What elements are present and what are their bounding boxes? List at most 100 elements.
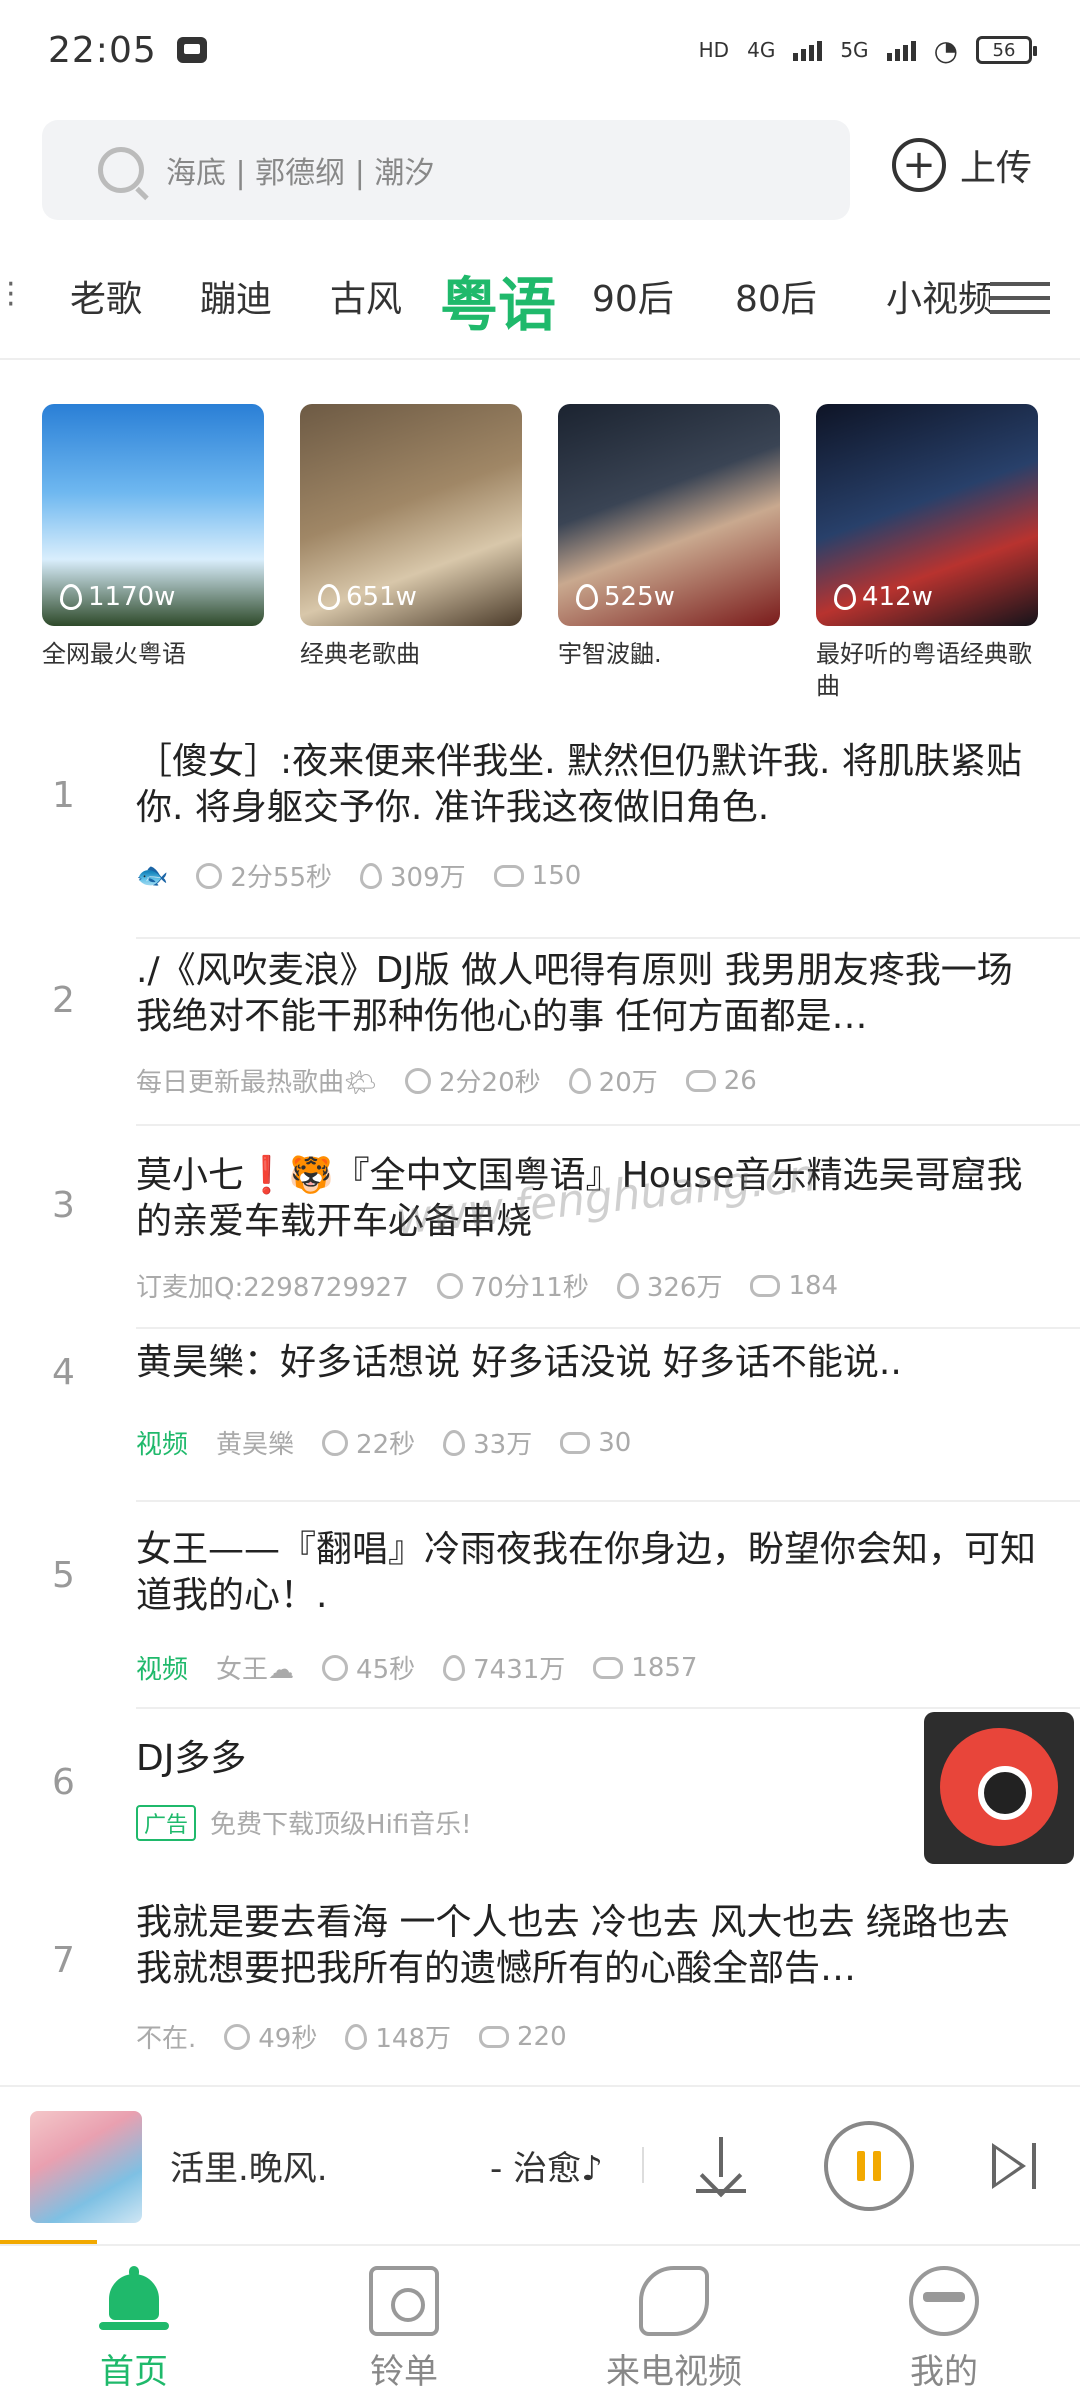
song-rank: 7 bbox=[52, 1940, 75, 1981]
album-art[interactable] bbox=[30, 2111, 142, 2223]
tab-90s[interactable]: 90后 bbox=[592, 270, 674, 322]
bell-icon bbox=[99, 2266, 169, 2336]
speaker-icon bbox=[369, 2266, 439, 2336]
fire-icon bbox=[576, 584, 598, 610]
song-plays: 326万 bbox=[646, 1273, 723, 1303]
song-author: 女王☁ bbox=[216, 1655, 295, 1685]
clock-icon bbox=[196, 862, 223, 889]
divider bbox=[136, 1124, 1080, 1126]
hd-indicator: HD bbox=[698, 38, 730, 62]
fire-icon bbox=[60, 584, 82, 610]
status-icons: HD 4G 5G ◔ 56 bbox=[698, 34, 1037, 67]
clock-icon bbox=[405, 1067, 432, 1094]
tab-80s[interactable]: 80后 bbox=[735, 270, 817, 322]
song-plays: 33万 bbox=[473, 1430, 533, 1460]
song-author: 每日更新最热歌曲🌤 bbox=[136, 1068, 378, 1098]
comment-icon bbox=[479, 2025, 509, 2048]
now-playing-tag: - 治愈♪ bbox=[490, 2149, 603, 2189]
divider bbox=[136, 1707, 1080, 1709]
nav-label: 首页 bbox=[100, 2352, 168, 2392]
playlist-card[interactable]: 525w 宇智波鼬. bbox=[558, 404, 780, 702]
song-comments: 150 bbox=[531, 860, 582, 891]
signal-icon bbox=[886, 39, 916, 61]
tab-menu-icon[interactable] bbox=[990, 272, 1050, 320]
playlist-row: 1170w 全网最火粤语 651w 经典老歌曲 525w 宇智波鼬. 412w … bbox=[42, 404, 1038, 702]
search-placeholder: 海底 | 郭德纲 | 潮汐 bbox=[166, 156, 435, 191]
song-plays: 7431万 bbox=[473, 1655, 566, 1685]
record-icon bbox=[940, 1728, 1058, 1846]
tab-gufeng[interactable]: 古风 bbox=[330, 270, 402, 322]
song-author: 订麦加Q:2298729927 bbox=[136, 1273, 409, 1303]
fire-icon bbox=[345, 2023, 368, 2050]
song-author: 不在. bbox=[136, 2024, 197, 2054]
song-comments: 184 bbox=[788, 1270, 839, 1301]
song-duration: 49秒 bbox=[258, 2024, 318, 2054]
play-count: 412w bbox=[834, 582, 933, 612]
fire-icon bbox=[443, 1654, 466, 1681]
divider bbox=[136, 1327, 1080, 1329]
nav-profile[interactable]: 我的 bbox=[844, 2266, 1044, 2393]
fire-icon bbox=[318, 584, 340, 610]
plus-icon: + bbox=[892, 138, 946, 192]
now-playing-title: 活里.晚风. bbox=[170, 2149, 328, 2189]
network-5g-label: 5G bbox=[840, 38, 869, 62]
search-bar[interactable]: 海底 | 郭德纲 | 潮汐 bbox=[42, 120, 850, 220]
tab-laoge[interactable]: 老歌 bbox=[70, 270, 142, 322]
fire-icon bbox=[360, 862, 383, 889]
song-title: ./《风吹麦浪》DJ版 做人吧得有原则 我男朋友疼我一场 我绝对不能干那种伤他心… bbox=[136, 950, 1013, 1037]
song-comments: 1857 bbox=[631, 1652, 698, 1683]
song-row[interactable]: 5 女王——『翻唱』冷雨夜我在你身边，盼望你会知，可知道我的心！. 视频 女王☁… bbox=[0, 1505, 1080, 1710]
ad-badge: 广告 bbox=[136, 1804, 197, 1841]
song-title: 我就是要去看海 一个人也去 冷也去 风大也去 绕路也去 我就想要把我所有的遗憾所… bbox=[136, 1902, 1010, 1989]
mini-player[interactable]: 活里.晚风. - 治愈♪ bbox=[0, 2085, 1080, 2243]
song-duration: 70分11秒 bbox=[470, 1273, 589, 1303]
song-meta: 订麦加Q:2298729927 70分11秒 326万 184 bbox=[136, 1267, 838, 1304]
ad-image[interactable] bbox=[924, 1712, 1074, 1864]
song-duration: 45秒 bbox=[356, 1655, 416, 1685]
song-rank: 2 bbox=[52, 980, 75, 1021]
fire-icon bbox=[568, 1067, 591, 1094]
nav-home[interactable]: 首页 bbox=[34, 2266, 234, 2393]
divider bbox=[136, 937, 1080, 939]
song-comments: 26 bbox=[723, 1065, 757, 1096]
next-track-icon[interactable] bbox=[992, 2143, 1036, 2189]
playlist-card[interactable]: 412w 最好听的粤语经典歌曲 bbox=[816, 404, 1038, 702]
nav-ringlist[interactable]: 铃单 bbox=[304, 2266, 504, 2393]
tab-short-video[interactable]: 小视频 bbox=[886, 270, 994, 322]
song-comments: 220 bbox=[517, 2021, 567, 2052]
nav-label: 我的 bbox=[910, 2352, 978, 2392]
nav-call-video[interactable]: 来电视频 bbox=[574, 2266, 774, 2393]
comment-icon bbox=[560, 1431, 591, 1454]
download-icon[interactable] bbox=[696, 2137, 746, 2198]
comment-icon bbox=[593, 1656, 624, 1679]
song-meta: 视频 黄昊樂 22秒 33万 30 bbox=[136, 1424, 631, 1461]
nav-label: 来电视频 bbox=[606, 2352, 742, 2392]
song-rank: 5 bbox=[52, 1555, 75, 1596]
ad-row[interactable]: 6 DJ多多 广告 免费下载顶级Hifi音乐! bbox=[0, 1712, 1080, 1892]
song-row[interactable]: 4 黄昊樂：好多话想说 好多话没说 好多话不能说.. 视频 黄昊樂 22秒 33… bbox=[0, 1330, 1080, 1502]
search-icon bbox=[98, 147, 144, 193]
play-count: 651w bbox=[318, 582, 417, 612]
ad-meta: 广告 免费下载顶级Hifi音乐! bbox=[136, 1804, 472, 1841]
upload-button[interactable]: + 上传 bbox=[892, 138, 1032, 192]
song-meta: 不在. 49秒 148万 220 bbox=[136, 2018, 567, 2055]
song-duration: 2分20秒 bbox=[439, 1068, 541, 1098]
video-tag: 视频 bbox=[136, 1430, 189, 1460]
song-row[interactable]: 2 ./《风吹麦浪》DJ版 做人吧得有原则 我男朋友疼我一场 我绝对不能干那种伤… bbox=[0, 940, 1080, 1145]
playlist-card[interactable]: 1170w 全网最火粤语 bbox=[42, 404, 264, 702]
pause-button[interactable] bbox=[824, 2121, 914, 2211]
song-plays: 20万 bbox=[598, 1068, 658, 1098]
song-row[interactable]: 7 我就是要去看海 一个人也去 冷也去 风大也去 绕路也去 我就想要把我所有的遗… bbox=[0, 1892, 1080, 2082]
tab-yueyu[interactable]: 粤语 bbox=[440, 258, 556, 342]
song-row[interactable]: 1 ［傻女］:夜来便来伴我坐. 默然但仍默许我. 将肌肤紧贴你. 将身躯交予你.… bbox=[0, 735, 1080, 940]
phone-video-icon bbox=[639, 2266, 709, 2336]
tab-bengdi[interactable]: 蹦迪 bbox=[200, 270, 272, 322]
status-bar: 22:05 HD 4G 5G ◔ 56 bbox=[0, 0, 1080, 100]
playlist-card[interactable]: 651w 经典老歌曲 bbox=[300, 404, 522, 702]
fire-icon bbox=[616, 1272, 639, 1299]
song-meta: 视频 女王☁ 45秒 7431万 1857 bbox=[136, 1649, 697, 1686]
ad-title: DJ多多 bbox=[136, 1738, 247, 1779]
playlist-caption: 最好听的粤语经典歌曲 bbox=[816, 640, 1032, 700]
song-row[interactable]: 3 莫小七❗🐯『全中文国粤语』House音乐精选吴哥窟我的亲爱车载开车必备串烧 … bbox=[0, 1145, 1080, 1329]
song-rank: 1 bbox=[52, 775, 75, 816]
